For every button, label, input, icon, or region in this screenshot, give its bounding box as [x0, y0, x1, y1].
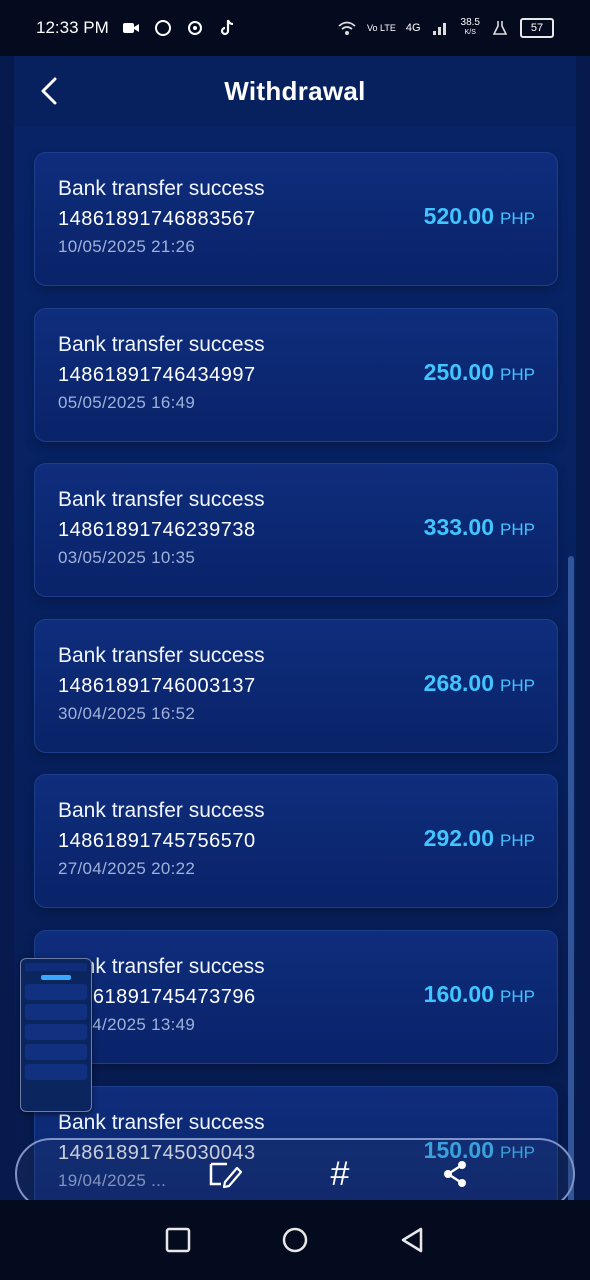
transaction-list[interactable]: Bank transfer success 14861891746883567 …	[14, 126, 576, 1200]
back-button[interactable]	[34, 74, 64, 108]
settings-icon	[185, 18, 205, 38]
transaction-status: Bank transfer success	[58, 1111, 265, 1134]
thumbnail-card	[25, 1004, 87, 1020]
speed-value: 38.5	[460, 17, 480, 28]
page-title: Withdrawal	[224, 75, 366, 106]
hashtag-icon: #	[330, 1154, 350, 1193]
transaction-currency: PHP	[500, 987, 535, 1006]
thumbnail-card	[25, 1064, 87, 1080]
transaction-currency: PHP	[500, 831, 535, 850]
transaction-card[interactable]: Bank transfer success 14861891746883567 …	[34, 152, 558, 286]
transaction-date: 05/05/2025 16:49	[58, 393, 196, 412]
network-label: 4G	[405, 22, 421, 34]
system-nav-bar	[0, 1200, 590, 1280]
transaction-ref: 14861891746883567	[58, 208, 256, 230]
flask-icon	[490, 18, 510, 38]
transaction-card[interactable]: Bank transfer success 14861891746239738 …	[34, 463, 558, 597]
thumbnail-header	[25, 963, 87, 971]
recents-button[interactable]	[156, 1218, 200, 1262]
amount-group: 268.00 PHP	[424, 670, 535, 697]
amount-group: 520.00 PHP	[424, 203, 535, 230]
amount-group: 292.00 PHP	[424, 825, 535, 852]
thumbnail-card	[25, 984, 87, 1000]
transaction-status: Bank transfer success	[58, 333, 265, 356]
page-header: Withdrawal	[14, 56, 576, 127]
home-button[interactable]	[273, 1218, 317, 1262]
status-right: Vo LTE 4G 38.5 K/S 57	[337, 18, 554, 38]
transaction-ref: 14861891746003137	[58, 675, 256, 697]
circle-icon	[282, 1227, 308, 1253]
transaction-status: Bank transfer success	[58, 488, 265, 511]
hashtag-button[interactable]: #	[317, 1151, 363, 1197]
transaction-status: Bank transfer success	[58, 644, 265, 667]
transaction-date: 30/04/2025 16:52	[58, 704, 196, 723]
screenshot-thumbnail[interactable]	[20, 958, 92, 1112]
signal-icon	[431, 18, 451, 38]
transaction-ref: 14861891746239738	[58, 519, 256, 541]
transaction-currency: PHP	[500, 676, 535, 695]
transaction-amount: 268.00	[423, 670, 495, 696]
wifi-icon	[337, 18, 357, 38]
amount-group: 160.00 PHP	[424, 981, 535, 1008]
amount-group: 333.00 PHP	[424, 514, 535, 541]
transaction-card[interactable]: Bank transfer success 14861891746434997 …	[34, 308, 558, 442]
transaction-currency: PHP	[500, 209, 535, 228]
speed-unit: K/S	[464, 29, 476, 36]
transaction-amount: 520.00	[423, 203, 495, 229]
status-time: 12:33 PM	[36, 18, 109, 37]
transaction-card[interactable]: Bank transfer success 14861891745473796 …	[34, 930, 558, 1064]
transaction-currency: PHP	[500, 520, 535, 539]
status-left: 12:33 PM	[36, 18, 237, 38]
transaction-status: Bank transfer success	[58, 177, 265, 200]
amount-group: 250.00 PHP	[424, 359, 535, 386]
transaction-currency: PHP	[500, 365, 535, 384]
video-icon	[121, 18, 141, 38]
transaction-amount: 160.00	[423, 981, 495, 1007]
triangle-back-icon	[401, 1227, 422, 1253]
transaction-amount: 333.00	[423, 514, 495, 540]
transaction-ref: 14861891746434997	[58, 364, 256, 386]
thumbnail-card	[25, 1024, 87, 1040]
tiktok-icon	[217, 18, 237, 38]
scrollbar[interactable]	[568, 556, 574, 1200]
transaction-card[interactable]: Bank transfer success 14861891745756570 …	[34, 774, 558, 908]
transaction-status: Bank transfer success	[58, 799, 265, 822]
volte-label: Vo LTE	[366, 23, 396, 33]
chevron-left-icon	[41, 77, 57, 105]
transaction-card[interactable]: Bank transfer success 14861891746003137 …	[34, 619, 558, 753]
status-bar: 12:33 PM Vo LTE 4G 38.5 K/S 57	[0, 0, 590, 56]
battery-level: 57	[530, 22, 544, 34]
transaction-ref: 14861891745756570	[58, 830, 256, 852]
transaction-amount: 292.00	[423, 825, 495, 851]
thumbnail-card	[25, 1044, 87, 1060]
edit-icon	[209, 1162, 242, 1189]
thumbnail-highlight	[41, 975, 71, 980]
transaction-date: 03/05/2025 10:35	[58, 548, 196, 567]
transaction-date: 27/04/2025 20:22	[58, 859, 196, 878]
transaction-date: 10/05/2025 21:26	[58, 237, 196, 256]
share-icon	[444, 1161, 467, 1187]
square-icon	[166, 1227, 191, 1253]
transaction-amount: 250.00	[423, 359, 495, 385]
edit-button[interactable]	[202, 1151, 248, 1197]
share-button[interactable]	[432, 1151, 478, 1197]
speed-readout: 38.5 K/S	[461, 18, 480, 38]
whatsapp-icon	[153, 18, 173, 38]
battery-indicator: 57	[520, 18, 554, 38]
back-nav-button[interactable]	[390, 1218, 434, 1262]
